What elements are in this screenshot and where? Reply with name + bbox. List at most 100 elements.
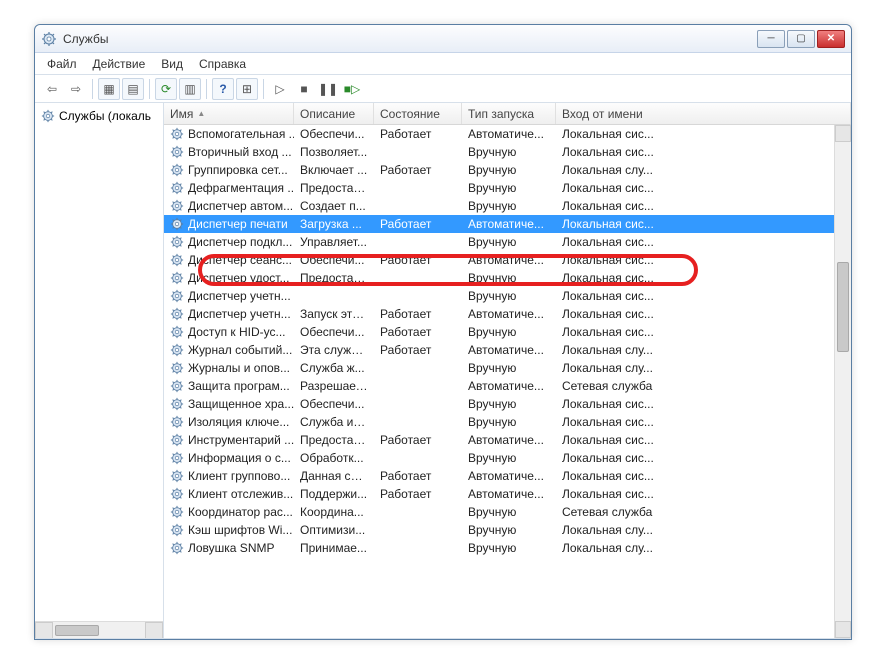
table-row[interactable]: Вторичный вход ...Позволяет...ВручнуюЛок… [164, 143, 851, 161]
toggle-button[interactable]: ⊞ [236, 78, 258, 100]
separator [206, 79, 207, 99]
help-button[interactable]: ? [212, 78, 234, 100]
table-cell: Доступ к HID-ус... [164, 324, 294, 340]
table-cell [374, 403, 462, 405]
table-cell [374, 547, 462, 549]
menu-help[interactable]: Справка [191, 55, 254, 73]
table-row[interactable]: Клиент отслежив...Поддержи...РаботаетАвт… [164, 485, 851, 503]
service-icon [170, 253, 184, 267]
start-service-button[interactable]: ▷ [269, 78, 291, 100]
menu-file[interactable]: Файл [39, 55, 85, 73]
table-row[interactable]: Журналы и опов...Служба ж...ВручнуюЛокал… [164, 359, 851, 377]
table-row[interactable]: Диспетчер печатиЗагрузка ...РаботаетАвто… [164, 215, 851, 233]
export-button[interactable]: ▥ [179, 78, 201, 100]
table-row[interactable]: Диспетчер учетн...ВручнуюЛокальная сис..… [164, 287, 851, 305]
minimize-button[interactable]: ─ [757, 30, 785, 48]
table-cell: Диспетчер подкл... [164, 234, 294, 250]
table-row[interactable]: Диспетчер подкл...Управляет... ВручнуюЛок… [164, 233, 851, 251]
table-cell: Локальная слу... [556, 342, 851, 358]
maximize-button[interactable]: ▢ [787, 30, 815, 48]
service-icon [170, 325, 184, 339]
table-cell: Локальная сис... [556, 144, 851, 160]
table-cell [374, 277, 462, 279]
services-list[interactable]: Вспомогательная ...Обеспечи...РаботаетАв… [164, 125, 851, 638]
tree-horizontal-scrollbar[interactable] [35, 621, 163, 638]
table-cell [374, 367, 462, 369]
table-cell [374, 511, 462, 513]
scrollbar-thumb[interactable] [55, 625, 99, 636]
table-cell: Предостав... [294, 270, 374, 286]
column-name[interactable]: Имя▲ [164, 103, 294, 124]
table-cell: Работает [374, 126, 462, 142]
column-startup[interactable]: Тип запуска [462, 103, 556, 124]
table-row[interactable]: Защищенное хра...Обеспечи...ВручнуюЛокал… [164, 395, 851, 413]
table-cell: Локальная сис... [556, 306, 851, 322]
list-pane: Имя▲ Описание Состояние Тип запуска Вход… [164, 103, 851, 638]
table-row[interactable]: Диспетчер автом...Создает п...ВручнуюЛок… [164, 197, 851, 215]
pause-service-button[interactable]: ❚❚ [317, 78, 339, 100]
table-cell: Вручную [462, 234, 556, 250]
table-cell: Работает [374, 216, 462, 232]
table-cell: Предостав... [294, 180, 374, 196]
table-cell: Включает ... [294, 162, 374, 178]
table-cell: Автоматиче... [462, 342, 556, 358]
scrollbar-thumb[interactable] [837, 262, 849, 352]
table-row[interactable]: Кэш шрифтов Wi...Оптимизи...ВручнуюЛокал… [164, 521, 851, 539]
table-cell: Журналы и опов... [164, 360, 294, 376]
scrollbar-track[interactable] [835, 142, 851, 621]
table-cell: Защищенное хра... [164, 396, 294, 412]
tree-view[interactable]: Службы (локаль [35, 103, 163, 621]
table-row[interactable]: Дефрагментация ...Предостав...ВручнуюЛок… [164, 179, 851, 197]
table-cell: Загрузка ... [294, 216, 374, 232]
table-cell: Локальная сис... [556, 216, 851, 232]
table-row[interactable]: Клиент группово...Данная слу...РаботаетА… [164, 467, 851, 485]
stop-service-button[interactable]: ■ [293, 78, 315, 100]
forward-button[interactable]: ⇨ [65, 78, 87, 100]
properties-button[interactable]: ▤ [122, 78, 144, 100]
column-logon[interactable]: Вход от имени [556, 103, 851, 124]
table-row[interactable]: Диспетчер сеанс...Обеспечи...РаботаетАвт… [164, 251, 851, 269]
tree-root-item[interactable]: Службы (локаль [39, 107, 159, 125]
refresh-button[interactable]: ⟳ [155, 78, 177, 100]
table-row[interactable]: Журнал событий...Эта служб...РаботаетАвт… [164, 341, 851, 359]
table-row[interactable]: Ловушка SNMPПринимае...ВручнуюЛокальная … [164, 539, 851, 557]
services-icon [41, 31, 57, 47]
table-row[interactable]: Доступ к HID-ус...Обеспечи...РаботаетВру… [164, 323, 851, 341]
menu-view[interactable]: Вид [153, 55, 191, 73]
service-icon [170, 469, 184, 483]
table-cell: Предостав... [294, 432, 374, 448]
table-row[interactable]: Инструментарий ...Предостав...РаботаетАв… [164, 431, 851, 449]
table-cell: Управляет... [294, 234, 374, 250]
table-cell: Защита програм... [164, 378, 294, 394]
table-cell: Эта служб... [294, 342, 374, 358]
table-row[interactable]: Группировка сет...Включает ...РаботаетВр… [164, 161, 851, 179]
table-cell: Автоматиче... [462, 378, 556, 394]
table-row[interactable]: Координатор рас...Координа...ВручнуюСете… [164, 503, 851, 521]
table-row[interactable]: Информация о с...Обработк...ВручнуюЛокал… [164, 449, 851, 467]
scroll-down-button[interactable] [835, 621, 851, 638]
column-state[interactable]: Состояние [374, 103, 462, 124]
table-row[interactable]: Диспетчер учетн...Запуск это...РаботаетА… [164, 305, 851, 323]
table-row[interactable]: Диспетчер удост...Предостав...ВручнуюЛок… [164, 269, 851, 287]
table-cell: Локальная слу... [556, 540, 851, 556]
table-row[interactable]: Изоляция ключе...Служба из...ВручнуюЛока… [164, 413, 851, 431]
table-cell: Вручную [462, 144, 556, 160]
table-cell [374, 385, 462, 387]
table-cell: Оптимизи... [294, 522, 374, 538]
titlebar[interactable]: Службы ─ ▢ ✕ [35, 25, 851, 53]
table-row[interactable]: Защита програм...Разрешает...Автоматиче.… [164, 377, 851, 395]
table-cell: Локальная сис... [556, 234, 851, 250]
menu-action[interactable]: Действие [85, 55, 154, 73]
scroll-up-button[interactable] [835, 125, 851, 142]
show-hide-tree-button[interactable]: ▦ [98, 78, 120, 100]
close-button[interactable]: ✕ [817, 30, 845, 48]
table-cell: Вручную [462, 288, 556, 304]
table-row[interactable]: Вспомогательная ...Обеспечи...РаботаетАв… [164, 125, 851, 143]
vertical-scrollbar[interactable] [834, 125, 851, 638]
back-button[interactable]: ⇦ [41, 78, 63, 100]
table-cell: Локальная сис... [556, 324, 851, 340]
restart-service-button[interactable]: ■▷ [341, 78, 363, 100]
column-description[interactable]: Описание [294, 103, 374, 124]
service-icon [170, 523, 184, 537]
table-cell: Работает [374, 162, 462, 178]
